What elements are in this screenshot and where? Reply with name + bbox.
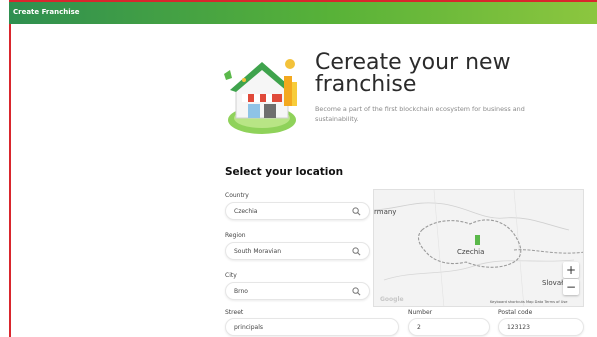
map-attribution[interactable]: Keyboard shortcuts Map Data Terms of Use: [490, 300, 567, 304]
number-field[interactable]: 2: [408, 318, 490, 336]
number-value: 2: [417, 324, 421, 331]
postal-code-value: 123123: [507, 324, 530, 331]
map-marker: [475, 235, 480, 245]
region-value: South Moravian: [234, 248, 282, 255]
hero-title-line2: franchise: [315, 72, 417, 97]
postal-code-field[interactable]: 123123: [498, 318, 584, 336]
search-icon[interactable]: [352, 247, 361, 256]
map-label-slovakia: Slovał: [542, 279, 564, 287]
number-label: Number: [408, 309, 433, 316]
page-title: Create Franchise: [13, 8, 80, 16]
country-label: Country: [225, 192, 249, 199]
search-icon[interactable]: [352, 287, 361, 296]
postal-code-label: Postal code: [498, 309, 533, 316]
location-map[interactable]: rmany Czechia Slovał + − Google Keyboard…: [373, 189, 584, 307]
street-value: principals: [234, 324, 263, 331]
street-label: Street: [225, 309, 244, 316]
zoom-out-button[interactable]: −: [563, 279, 579, 295]
hero-subtitle: Become a part of the first blockchain ec…: [315, 105, 525, 123]
top-bar: Create Franchise: [9, 0, 597, 24]
street-field[interactable]: principals: [225, 318, 399, 336]
region-label: Region: [225, 232, 246, 239]
city-value: Brno: [234, 288, 248, 295]
region-field[interactable]: South Moravian: [225, 242, 370, 260]
search-icon[interactable]: [352, 207, 361, 216]
country-value: Czechia: [234, 208, 258, 215]
google-logo: Google: [380, 296, 404, 303]
map-label-czechia: Czechia: [457, 248, 485, 256]
city-field[interactable]: Brno: [225, 282, 370, 300]
city-label: City: [225, 272, 237, 279]
hero-title: Cereate your new franchise: [315, 52, 565, 96]
franchise-house-illustration: [218, 52, 304, 136]
window-border-left: [9, 0, 11, 337]
country-field[interactable]: Czechia: [225, 202, 370, 220]
map-label-germany: rmany: [374, 208, 397, 216]
section-title: Select your location: [225, 166, 344, 178]
hero-title-line1: Cereate your new: [315, 50, 511, 75]
zoom-in-button[interactable]: +: [563, 262, 579, 278]
